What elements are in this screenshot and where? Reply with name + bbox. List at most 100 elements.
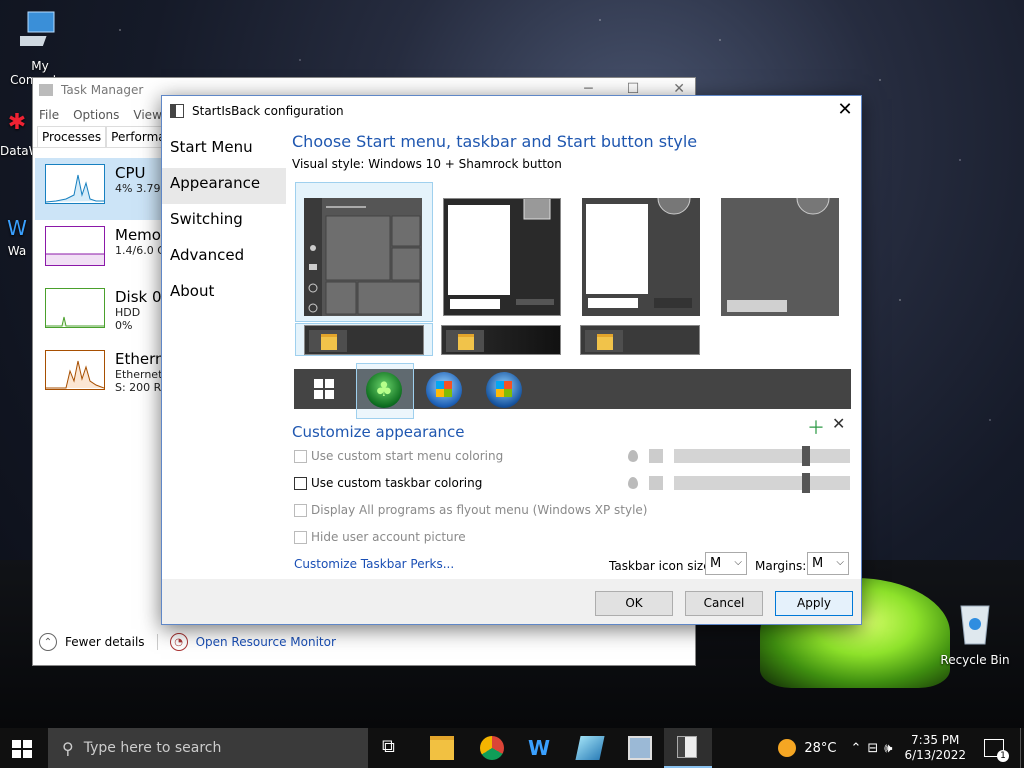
margins-select[interactable]: M ⌵ [807,552,849,575]
cpu-graph [45,164,105,204]
memory-graph [45,226,105,266]
taskbar: ⚲ Type here to search ⧉ W 28°C ⌃ ⊟ 🕪 7:3… [0,728,1024,768]
style-option-windows7[interactable] [443,192,561,316]
taskbar-option-1[interactable] [304,325,424,355]
style-thumbnails [294,181,854,360]
windows7-orb-icon[interactable] [426,372,462,408]
divider [156,634,158,650]
menu-view[interactable]: View [133,108,161,122]
perf-item-ethernet[interactable]: Ethern Ethernet S: 200 R [35,344,165,406]
style-option-windows7-dark[interactable] [582,181,700,316]
checkbox-box[interactable] [294,530,307,544]
style-option-windows8[interactable] [721,181,839,316]
checkbox-hide-user-picture[interactable]: Hide user account picture [294,530,466,544]
ok-button[interactable]: OK [595,591,673,616]
checkbox-box[interactable] [294,476,307,490]
menu-options[interactable]: Options [73,108,119,122]
chrome-icon[interactable] [480,736,504,760]
weather-sun-icon[interactable] [778,739,797,757]
taskbar-color-swatch[interactable] [649,476,663,490]
perf-item-cpu[interactable]: CPU 4% 3.79 [35,158,163,220]
shamrock-orb-icon[interactable]: ♣ [366,372,402,408]
windows-logo-icon[interactable] [314,379,334,399]
resource-monitor-icon: ◔ [169,633,188,651]
taskbar-opacity-slider[interactable] [674,473,850,493]
dialog-titlebar[interactable]: StartIsBack configuration [162,96,861,126]
slider-thumb[interactable] [802,446,810,466]
nav-advanced[interactable]: Advanced [162,240,286,276]
perf-item-type: HDD [115,306,141,319]
start-menu-opacity-slider[interactable] [674,446,850,466]
weather-temperature[interactable]: 28°C [804,741,836,756]
start-button-strip: ♣ [294,363,851,419]
nav-start-menu[interactable]: Start Menu [162,132,286,168]
task-manager-icon [39,84,53,96]
taskbar-option-3[interactable] [580,325,700,355]
style-heading: Choose Start menu, taskbar and Start but… [292,132,698,151]
perf-item-name: Ethern [115,350,165,368]
style-option-windows10[interactable] [304,198,422,316]
checkbox-flyout-all-programs[interactable]: Display All programs as flyout menu (Win… [294,503,647,517]
checkbox-custom-start-menu-coloring[interactable]: Use custom start menu coloring [294,449,503,463]
desktop-icon-my-computer[interactable]: My Computer [2,10,78,87]
file-explorer-icon[interactable] [430,736,454,760]
startisback-icon [677,736,697,758]
start-menu-color-swatch[interactable] [649,449,663,463]
win8-menu-preview [727,181,830,312]
desktop-icon-wa[interactable]: W Wa [2,216,32,258]
task-view-icon[interactable]: ⧉ [382,736,406,760]
checkbox-label: Use custom start menu coloring [311,449,504,463]
task-manager-taskbar-icon[interactable] [628,736,652,760]
icon-size-select[interactable]: M ⌵ [705,552,747,575]
chevron-down-icon: ⌵ [734,557,742,568]
nav-about[interactable]: About [162,276,286,312]
nav-appearance[interactable]: Appearance [162,168,286,204]
window-title: Task Manager [61,83,144,97]
slider-thumb[interactable] [802,473,810,493]
checkbox-box[interactable] [294,449,307,463]
chevron-up-icon[interactable]: ⌃ [850,741,861,756]
notification-badge: 1 [997,750,1009,762]
cancel-button[interactable]: Cancel [685,591,763,616]
checkbox-box[interactable] [294,503,307,517]
chevron-up-icon[interactable]: ⌃ [39,633,57,651]
appearance-panel: Choose Start menu, taskbar and Start but… [292,132,857,171]
customize-heading: Customize appearance [292,423,465,441]
open-resource-monitor-link[interactable]: Open Resource Monitor [196,635,336,649]
app-w-icon[interactable]: W [528,736,552,760]
margins-label: Margins: [755,559,807,573]
app-icon: ✱ [7,110,27,135]
customize-taskbar-perks-link[interactable]: Customize Taskbar Perks... [294,557,454,571]
icon-size-value: M [710,556,722,571]
folder-icon [309,330,347,352]
add-icon[interactable]: ＋ [807,414,825,440]
app-icon[interactable] [575,736,605,760]
startisback-dialog[interactable]: StartIsBack configuration ✕ Start Menu A… [161,95,862,625]
start-button-icon[interactable] [12,740,32,758]
perf-item-disk[interactable]: Disk 0 HDD 0% [35,282,163,344]
desktop-icon-recycle-bin[interactable]: Recycle Bin [940,600,1010,667]
desktop-icon-dataw[interactable]: ✱ DataW [0,110,41,158]
startisback-taskbar-button[interactable] [664,728,712,768]
remove-icon[interactable]: ✕ [832,414,845,433]
perf-item-memory[interactable]: Memo 1.4/6.0 G [35,220,166,282]
taskbar-search-box[interactable]: ⚲ Type here to search [48,728,368,768]
taskbar-option-2[interactable] [441,325,561,355]
visual-style-value: Windows 10 + Shamrock button [368,157,562,171]
performance-sidebar: CPU 4% 3.79 Memo 1.4/6.0 G Disk 0 HDD 0% [35,158,166,406]
show-desktop-button[interactable] [1020,728,1024,768]
volume-icon[interactable]: 🕪 [884,741,892,756]
clock[interactable]: 7:35 PM 6/13/2022 [904,733,966,763]
clock-date: 6/13/2022 [904,748,966,762]
network-icon[interactable]: ⊟ [867,741,878,756]
tab-processes[interactable]: Processes [37,126,107,147]
close-icon[interactable]: ✕ [835,100,855,120]
apply-button[interactable]: Apply [775,591,853,616]
nav-switching[interactable]: Switching [162,204,286,240]
notification-icon[interactable]: 1 [984,739,1009,762]
menu-file[interactable]: File [39,108,59,122]
fewer-details-link[interactable]: Fewer details [65,635,145,649]
windows-vista-orb-icon[interactable] [486,372,522,408]
transparency-drop-icon [628,450,638,462]
checkbox-custom-taskbar-coloring[interactable]: Use custom taskbar coloring [294,476,482,490]
